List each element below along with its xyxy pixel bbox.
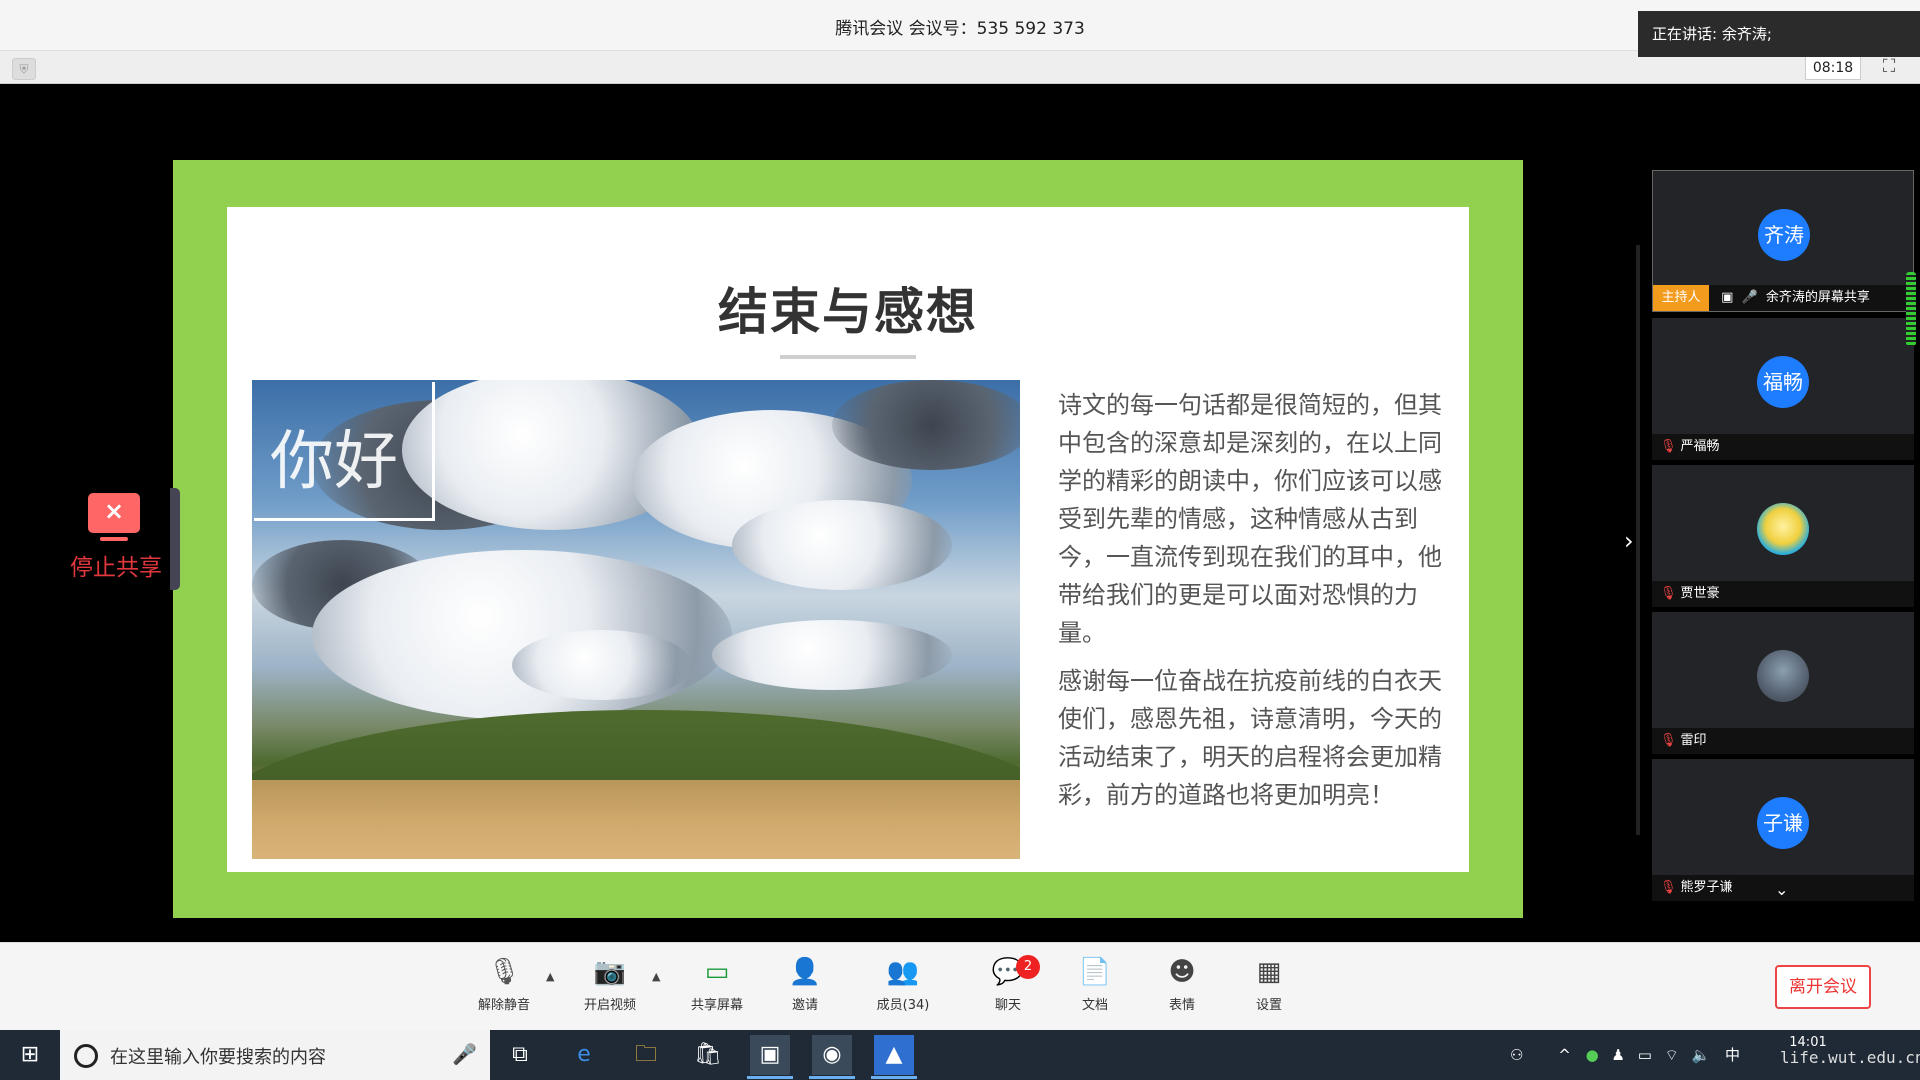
file-explorer-icon[interactable]: 🗀	[626, 1035, 666, 1075]
participant-name: 贾世豪	[1680, 586, 1720, 601]
meeting-timer: 08:18	[1805, 56, 1861, 80]
participant-name: 雷印	[1680, 733, 1707, 748]
meeting-title: 腾讯会议 会议号：535 592 373	[835, 19, 1085, 39]
participant-tile[interactable]: 福畅 🎙 严福畅	[1652, 318, 1914, 460]
add-user-icon: 👤	[788, 957, 822, 987]
chevron-up-icon[interactable]: ^	[1558, 1046, 1571, 1064]
fullscreen-icon[interactable]: ⛶	[1878, 56, 1900, 78]
avatar: 福畅	[1757, 356, 1809, 408]
image-caption: 你好	[270, 425, 398, 499]
share-screen-button[interactable]: ▭ 共享屏幕	[677, 956, 757, 1013]
avatar: 子谦	[1757, 797, 1809, 849]
slide-paragraph-1: 诗文的每一句话都是很简短的，但其中包含的深意却是深刻的，在以上同学的精彩的朗读中…	[1058, 391, 1442, 647]
taskbar-search[interactable]: 在这里输入你要搜索的内容 🎤	[60, 1030, 490, 1080]
speaking-indicator: 正在讲话: 余齐涛;	[1638, 11, 1920, 57]
stop-share-label: 停止共享	[70, 555, 162, 581]
mic-muted-icon: 🎙	[1660, 733, 1677, 748]
avatar: 齐涛	[1758, 209, 1810, 261]
landscape-photo: 你好	[252, 380, 1020, 859]
stop-share-icon: ×	[88, 493, 140, 541]
wifi-icon[interactable]: ⌔	[1665, 1046, 1679, 1064]
system-tray: ⚇ ^ ● ♟ ▭ ⌔ 🔈 中	[1510, 1030, 1740, 1080]
smiley-icon: ☻	[1168, 957, 1196, 987]
search-placeholder: 在这里输入你要搜索的内容	[110, 1047, 326, 1068]
participant-name: 熊罗子谦	[1680, 880, 1733, 895]
tencent-meeting-icon[interactable]: ▲	[874, 1035, 914, 1075]
cortana-icon	[74, 1044, 98, 1068]
windows-start-icon[interactable]: ⊞	[0, 1030, 60, 1080]
app-icon[interactable]: ▣	[750, 1035, 790, 1075]
chat-label: 聊天	[994, 998, 1021, 1013]
mic-muted-icon: 🎙	[1660, 439, 1677, 454]
battery-icon[interactable]: ▭	[1638, 1046, 1652, 1064]
avatar	[1757, 503, 1809, 555]
host-badge: 主持人	[1653, 285, 1709, 311]
members-icon: 👥	[886, 957, 920, 987]
settings-button[interactable]: ▦ 设置	[1229, 956, 1309, 1013]
mic-muted-icon: 🎙	[487, 957, 521, 987]
mic-muted-icon: 🎙	[1660, 586, 1677, 601]
shield-icon[interactable]: ⛨	[12, 58, 36, 80]
video-off-icon: 📷	[593, 957, 627, 987]
mic-icon: 🎤	[1741, 290, 1758, 305]
chevron-up-icon[interactable]: ▲	[546, 970, 554, 983]
chevron-down-icon[interactable]: ⌄	[1775, 880, 1788, 899]
volume-icon[interactable]: 🔈	[1692, 1046, 1711, 1064]
screen-share-icon: ▣	[1721, 290, 1734, 305]
sub-bar	[0, 51, 1920, 84]
task-view-icon[interactable]: ⧉	[500, 1035, 540, 1075]
people-icon[interactable]: ⚇	[1510, 1046, 1523, 1064]
members-label: 成员(34)	[876, 998, 930, 1013]
title-divider	[780, 355, 916, 359]
unmute-label: 解除静音	[477, 998, 530, 1013]
invite-button[interactable]: 👤 邀请	[765, 956, 845, 1013]
title-bar: 腾讯会议 会议号：535 592 373	[0, 0, 1920, 51]
watermark: life.wut.edu.cn	[1780, 1048, 1920, 1067]
slide-paragraph-2: 感谢每一位奋战在抗疫前线的白衣天使们，感恩先祖，诗意清明，今天的活动结束了，明天…	[1058, 667, 1442, 809]
tray-app-icon[interactable]: ●	[1586, 1046, 1599, 1064]
emoji-label: 表情	[1168, 998, 1195, 1013]
share-screen-icon: ▭	[704, 957, 730, 987]
panel-collapse-icon[interactable]: ›	[1624, 527, 1634, 555]
emoji-button[interactable]: ☻ 表情	[1142, 956, 1222, 1013]
docs-button[interactable]: 📄 文档	[1055, 956, 1135, 1013]
media-icon[interactable]: ◉	[812, 1035, 852, 1075]
stop-share-button[interactable]: × 停止共享	[60, 490, 180, 590]
participant-name: 严福畅	[1680, 439, 1720, 454]
chevron-up-icon[interactable]: ▲	[652, 970, 660, 983]
mic-icon[interactable]: 🎤	[452, 1042, 477, 1066]
penguin-icon[interactable]: ♟	[1611, 1046, 1624, 1064]
panel-scrollbar[interactable]	[1906, 272, 1916, 346]
video-label: 开启视频	[583, 998, 636, 1013]
video-button[interactable]: 📷 开启视频	[570, 956, 650, 1013]
edge-icon[interactable]: e	[564, 1035, 604, 1075]
chat-count-badge: 2	[1016, 955, 1040, 979]
participant-name: 余齐涛的屏幕共享	[1765, 290, 1870, 305]
ime-indicator[interactable]: 中	[1725, 1046, 1740, 1064]
participant-namebar: 🎙 严福畅	[1652, 434, 1914, 460]
leave-meeting-button[interactable]: 离开会议	[1775, 965, 1871, 1009]
panel-divider	[1636, 245, 1640, 835]
unmute-button[interactable]: 🎙 解除静音	[464, 956, 544, 1013]
participant-namebar: 🎙 雷印	[1652, 728, 1914, 754]
participant-namebar: 🎙 贾世豪	[1652, 581, 1914, 607]
store-icon[interactable]: 🛍	[688, 1035, 728, 1075]
invite-label: 邀请	[791, 998, 818, 1013]
share-label: 共享屏幕	[690, 998, 743, 1013]
participant-tile[interactable]: 🎙 雷印	[1652, 612, 1914, 754]
document-icon: 📄	[1078, 957, 1112, 987]
mic-muted-icon: 🎙	[1660, 880, 1677, 895]
settings-label: 设置	[1255, 998, 1282, 1013]
participant-tile[interactable]: 🎙 贾世豪	[1652, 465, 1914, 607]
members-button[interactable]: 👥 成员(34)	[863, 956, 943, 1013]
stop-share-handle[interactable]	[170, 488, 180, 590]
docs-label: 文档	[1081, 998, 1108, 1013]
participant-tile[interactable]: 齐涛 ▣ 🎤 余齐涛的屏幕共享 主持人	[1652, 170, 1915, 312]
grid-icon: ▦	[1256, 957, 1282, 987]
slide-title: 结束与感想	[718, 283, 978, 341]
avatar	[1757, 650, 1809, 702]
meeting-toolbar	[0, 942, 1920, 1031]
